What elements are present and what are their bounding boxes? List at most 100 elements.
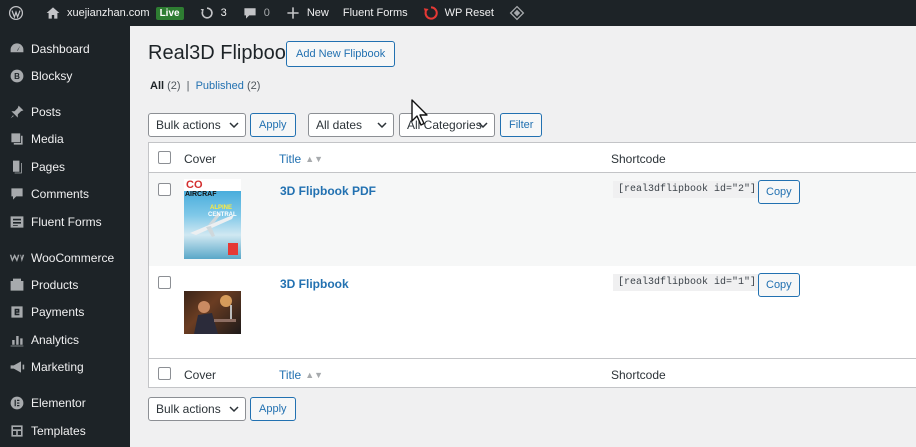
- sidebar-item-media[interactable]: Media: [0, 125, 130, 153]
- apply-button-bottom[interactable]: Apply: [250, 397, 296, 421]
- payments-icon: [9, 304, 25, 320]
- media-icon: [9, 131, 25, 147]
- sidebar-item-label: WooCommerce: [31, 251, 115, 265]
- pages-icon: [9, 159, 25, 175]
- sidebar-item-label: Templates: [31, 424, 86, 438]
- site-name-menu[interactable]: xuejianzhan.com Live: [37, 0, 191, 26]
- mouse-cursor-icon: [411, 99, 428, 126]
- sidebar-item-label: Analytics: [31, 333, 80, 347]
- cover-subheading-1: ALPINE: [210, 205, 233, 211]
- select-all-checkbox[interactable]: [158, 367, 171, 380]
- bulk-actions-select-top[interactable]: Bulk actions: [148, 113, 246, 137]
- copy-shortcode-button[interactable]: Copy: [758, 273, 800, 297]
- main-content: Real3D Flipbook Add New Flipbook All (2)…: [130, 26, 916, 447]
- bulk-actions-select-bottom[interactable]: Bulk actions: [148, 397, 246, 421]
- sort-icon: ▲▼: [305, 370, 324, 380]
- sidebar-item-label: Elementor: [31, 396, 86, 410]
- table-row: 3D Flipbook [real3dflipbook id="1"] Copy: [149, 266, 916, 358]
- flipbook-cover-image[interactable]: [184, 291, 241, 334]
- table-footer: Cover Title ▲▼ Shortcode: [149, 358, 916, 388]
- row-checkbox[interactable]: [158, 276, 171, 289]
- comments-count: 0: [263, 7, 270, 19]
- plus-icon: [284, 4, 302, 22]
- column-title-label: Title: [279, 368, 302, 382]
- sort-icon: ▲▼: [305, 154, 324, 164]
- flipbook-cover-image[interactable]: CO AIRCRAF ALPINE CENTRAL: [184, 179, 241, 259]
- new-content-menu[interactable]: New: [277, 0, 336, 26]
- sidebar-item-dashboard[interactable]: Dashboard: [0, 35, 130, 63]
- sidebar-item-label: Blocksy: [31, 69, 73, 83]
- sidebar-item-label: Payments: [31, 305, 85, 319]
- sidebar-item-pages[interactable]: Pages: [0, 153, 130, 181]
- bulk-actions-value: Bulk actions: [156, 402, 221, 416]
- apply-button-top[interactable]: Apply: [250, 113, 296, 137]
- sidebar-item-label: Dashboard: [31, 42, 90, 56]
- filter-published-label: Published: [195, 80, 244, 92]
- add-new-flipbook-button[interactable]: Add New Flipbook: [286, 41, 396, 67]
- column-title-label: Title: [279, 152, 302, 166]
- sidebar-item-woocommerce[interactable]: WooCommerce: [0, 244, 130, 272]
- woo-icon: [9, 250, 25, 266]
- cover-subheading-2: CENTRAL: [208, 212, 237, 218]
- sidebar-item-label: Marketing: [31, 360, 84, 374]
- filter-published-link[interactable]: Published (2): [196, 80, 261, 92]
- chevron-down-icon: [229, 122, 239, 129]
- filter-all-label: All: [150, 80, 165, 92]
- shortcode-text: [real3dflipbook id="2"]: [613, 181, 762, 198]
- wp-logo-menu[interactable]: [0, 0, 37, 26]
- sidebar-item-label: Pages: [31, 160, 66, 174]
- site-name: xuejianzhan.com: [67, 7, 150, 19]
- home-icon: [44, 4, 62, 22]
- wp-reset-menu[interactable]: WP Reset: [415, 0, 501, 26]
- sidebar-item-marketing[interactable]: Marketing: [0, 353, 130, 381]
- sidebar-item-comments[interactable]: Comments: [0, 180, 130, 208]
- sidebar-item-templates[interactable]: Templates: [0, 417, 130, 445]
- filter-all-link[interactable]: All (2): [150, 80, 181, 92]
- marketing-icon: [9, 359, 25, 375]
- bulk-actions-value: Bulk actions: [156, 118, 221, 132]
- row-checkbox[interactable]: [158, 183, 171, 196]
- sidebar-item-products[interactable]: Products: [0, 271, 130, 299]
- cover-photo-graphic: [194, 295, 236, 334]
- column-title-sort[interactable]: Title ▲▼: [279, 368, 323, 382]
- flipbook-title-link[interactable]: 3D Flipbook: [280, 277, 349, 291]
- select-all-checkbox[interactable]: [158, 151, 171, 164]
- updates-menu[interactable]: 3: [191, 0, 234, 26]
- templates-icon: [9, 423, 25, 439]
- flipbook-title-link[interactable]: 3D Flipbook PDF: [280, 184, 376, 198]
- page-title: Real3D Flipbook: [148, 42, 296, 64]
- chevron-down-icon: [229, 406, 239, 413]
- filter-all-count: (2): [167, 80, 181, 92]
- elementor-icon: [9, 395, 25, 411]
- sidebar-item-label: Fluent Forms: [31, 215, 102, 229]
- flipbooks-table: Cover Title ▲▼ Shortcode CO AIRCRAF ALPIN…: [148, 142, 916, 388]
- sidebar-item-analytics[interactable]: Analytics: [0, 326, 130, 354]
- column-shortcode: Shortcode: [611, 152, 666, 166]
- sidebar-item-label: Comments: [31, 187, 90, 201]
- column-cover: Cover: [184, 152, 217, 166]
- chevron-down-icon: [478, 122, 488, 129]
- updates-icon: [198, 4, 216, 22]
- comments-menu[interactable]: 0: [234, 0, 277, 26]
- sidebar-item-label: Posts: [31, 105, 62, 119]
- diamond-menu[interactable]: [501, 0, 538, 26]
- dates-select[interactable]: All dates: [308, 113, 394, 137]
- blocksy-icon: B: [9, 68, 25, 84]
- shortcode-text: [real3dflipbook id="1"]: [613, 274, 762, 291]
- filter-published-count: (2): [246, 80, 261, 92]
- sidebar-item-elementor[interactable]: Elementor: [0, 389, 130, 417]
- sidebar-item-posts[interactable]: Posts: [0, 98, 130, 126]
- filter-button[interactable]: Filter: [500, 113, 543, 137]
- sidebar-item-label: Media: [31, 132, 64, 146]
- updates-count: 3: [220, 7, 227, 19]
- forms-icon: [9, 214, 25, 230]
- copy-shortcode-button[interactable]: Copy: [758, 180, 800, 204]
- sidebar-item-fluent-forms[interactable]: Fluent Forms: [0, 208, 130, 236]
- sidebar-item-payments[interactable]: Payments: [0, 298, 130, 326]
- column-title-sort[interactable]: Title ▲▼: [279, 152, 323, 166]
- analytics-icon: [9, 332, 25, 348]
- sidebar-item-blocksy[interactable]: B Blocksy: [0, 62, 130, 90]
- wp-reset-icon: [422, 4, 440, 22]
- fluent-forms-menu[interactable]: Fluent Forms: [336, 0, 415, 26]
- dashboard-icon: [9, 41, 25, 57]
